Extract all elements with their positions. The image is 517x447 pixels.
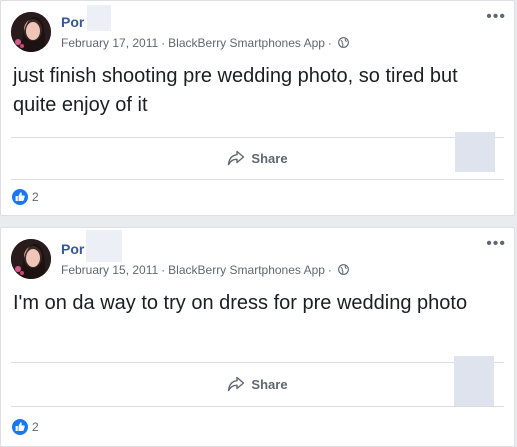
redacted-thumbnail <box>454 356 494 406</box>
post-meta: February 15, 2011 · BlackBerry Smartphones… <box>61 263 349 277</box>
post-text: I'm on da way to try on dress for pre we… <box>13 292 468 314</box>
author-name[interactable]: Por <box>61 14 84 30</box>
post-meta: February 17, 2011 · BlackBerry Smartphones… <box>61 36 349 50</box>
feed-post: Por February 15, 2011 · BlackBerry Smartph… <box>0 227 515 447</box>
share-label: Share <box>251 376 288 392</box>
redacted-thumbnail <box>455 132 495 172</box>
globe-icon[interactable] <box>338 37 349 48</box>
share-icon <box>228 150 245 166</box>
news-feed: Por February 17, 2011 · BlackBerry Smartph… <box>0 0 517 447</box>
globe-icon[interactable] <box>338 264 349 275</box>
post-date[interactable]: February 15, 2011 <box>61 263 158 277</box>
post-source[interactable]: BlackBerry Smartphones App <box>168 263 325 277</box>
post-text: just finish shooting pre wedding photo, … <box>13 65 458 116</box>
share-label: Share <box>251 150 288 166</box>
redacted-name <box>87 5 111 31</box>
like-icon <box>12 419 28 435</box>
more-options-icon[interactable]: ••• <box>486 9 506 25</box>
avatar[interactable] <box>11 12 51 52</box>
divider <box>11 406 504 407</box>
divider <box>11 362 504 363</box>
author-name[interactable]: Por <box>61 241 84 257</box>
post-source[interactable]: BlackBerry Smartphones App <box>168 36 325 50</box>
like-count: 2 <box>32 190 39 204</box>
share-icon <box>228 376 245 392</box>
post-date[interactable]: February 17, 2011 <box>61 36 158 50</box>
meta-separator: · <box>327 36 332 50</box>
like-icon <box>12 189 28 205</box>
redacted-name <box>86 230 122 262</box>
like-count: 2 <box>32 420 39 434</box>
feed-post: Por February 17, 2011 · BlackBerry Smartph… <box>0 0 515 216</box>
share-button[interactable]: Share <box>1 139 514 177</box>
reactions-summary[interactable]: 2 <box>12 419 39 435</box>
meta-separator: · <box>161 36 166 50</box>
divider <box>11 137 504 138</box>
reactions-summary[interactable]: 2 <box>12 189 39 205</box>
divider <box>11 179 504 180</box>
share-button[interactable]: Share <box>1 365 514 403</box>
meta-separator: · <box>161 263 166 277</box>
avatar[interactable] <box>11 239 51 279</box>
meta-separator: · <box>327 263 332 277</box>
more-options-icon[interactable]: ••• <box>486 236 506 252</box>
